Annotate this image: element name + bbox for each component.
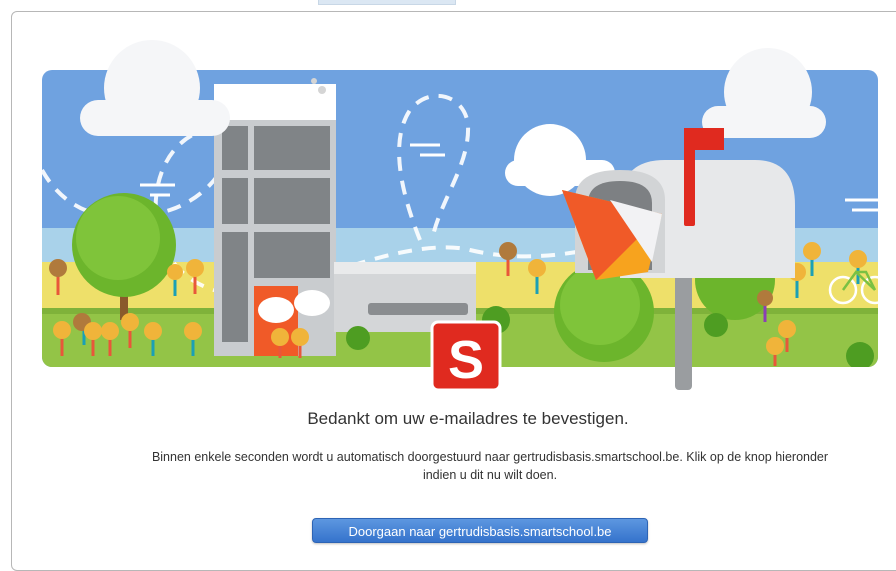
continue-button[interactable]: Doorgaan naar gertrudisbasis.smartschool…	[312, 518, 648, 543]
redirect-message: Binnen enkele seconden wordt u automatis…	[151, 450, 829, 482]
confirmation-title: Bedankt om uw e-mailadres te bevestigen.	[307, 409, 629, 428]
smartschool-logo-icon: S	[430, 320, 502, 392]
confirmation-illustration: S	[42, 40, 890, 392]
svg-text:S: S	[448, 330, 484, 390]
